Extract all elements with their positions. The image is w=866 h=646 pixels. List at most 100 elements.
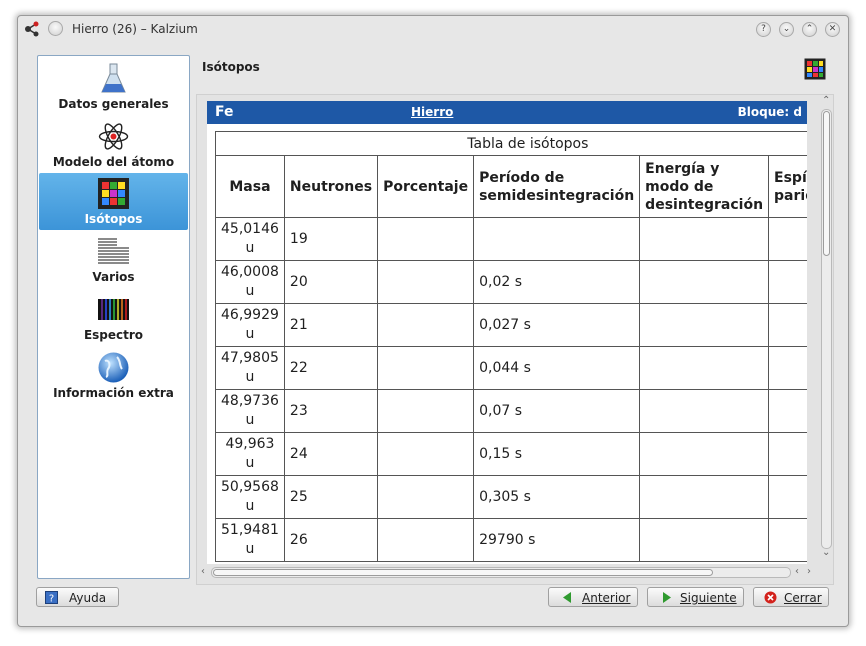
scroll-track[interactable]	[211, 567, 791, 578]
cell-neutrons: 26	[283, 518, 379, 562]
cell-energy	[639, 518, 770, 562]
sidebar-item-isotopes[interactable]: Isótopos	[39, 173, 188, 230]
previous-button-label: Anterior	[582, 591, 631, 605]
cell-spin	[768, 346, 807, 390]
sidebar-item-label: Espectro	[83, 328, 144, 342]
cell-spin	[768, 432, 807, 476]
element-name-link[interactable]: Hierro	[411, 105, 453, 119]
cell-energy	[639, 475, 770, 519]
spectrum-icon	[98, 299, 129, 320]
scroll-left-icon[interactable]: ‹	[201, 566, 205, 577]
minimize-button[interactable]: ⌄	[779, 22, 794, 37]
close-circle-icon	[764, 591, 777, 604]
sidebar-item-label: Información extra	[53, 386, 174, 400]
cell-neutrons: 23	[283, 389, 379, 433]
cell-spin	[768, 303, 807, 347]
scroll-up-icon[interactable]: ⌃	[822, 95, 830, 106]
cell-neutrons: 19	[283, 217, 379, 261]
cell-neutrons: 21	[283, 303, 379, 347]
element-header-bar: Fe Hierro Bloque: d	[207, 101, 807, 124]
scroll-left-icon[interactable]: ‹	[795, 566, 799, 577]
cell-neutrons: 25	[283, 475, 379, 519]
cell-spin	[768, 389, 807, 433]
cell-masa: 48,9736 u	[215, 389, 285, 433]
cell-masa: 49,963 u	[215, 432, 285, 476]
isotope-viewport[interactable]: Fe Hierro Bloque: d Tabla de isótopos Ma…	[207, 101, 807, 564]
page-title: Isótopos	[202, 60, 260, 74]
table-row: 47,9805 u 22 0,044 s	[215, 346, 807, 390]
sidebar-item-label: Datos generales	[58, 97, 169, 111]
cell-energy	[639, 217, 770, 261]
table-caption: Tabla de isótopos	[215, 131, 807, 156]
column-header-neutrons: Neutrones	[283, 155, 379, 218]
maximize-button[interactable]: ⌃	[802, 22, 817, 37]
close-window-button[interactable]: ✕	[825, 22, 840, 37]
cell-halflife	[473, 217, 641, 261]
help-button[interactable]: ? Ayuda	[36, 587, 119, 607]
sidebar-item-atom-model[interactable]: Modelo del átomo	[39, 116, 188, 173]
cell-energy	[639, 346, 770, 390]
app-molecule-icon[interactable]	[24, 21, 40, 37]
cell-percent	[377, 346, 475, 390]
cell-masa: 46,9929 u	[215, 303, 285, 347]
cell-masa: 47,9805 u	[215, 346, 285, 390]
cell-masa: 50,9568 u	[215, 475, 285, 519]
scroll-down-icon[interactable]: ⌄	[822, 547, 830, 558]
svg-text:?: ?	[49, 594, 54, 605]
table-row: 51,9481 u 26 29790 s	[215, 518, 807, 562]
table-row: 46,9929 u 21 0,027 s	[215, 303, 807, 347]
vertical-scrollbar[interactable]: ⌃ ⌄	[819, 95, 834, 563]
cell-halflife: 0,027 s	[473, 303, 641, 347]
next-button-label: Siguiente	[680, 591, 737, 605]
flask-icon	[101, 63, 126, 93]
cell-halflife: 0,15 s	[473, 432, 641, 476]
column-header-percent: Porcentaje	[377, 155, 475, 218]
cell-percent	[377, 475, 475, 519]
cell-energy	[639, 303, 770, 347]
table-row: 46,0008 u 20 0,02 s	[215, 260, 807, 304]
sidebar-item-extra-info[interactable]: Información extra	[39, 347, 188, 404]
cell-spin	[768, 260, 807, 304]
cell-spin	[768, 518, 807, 562]
arrow-right-icon	[663, 592, 671, 603]
cell-halflife: 0,305 s	[473, 475, 641, 519]
cell-neutrons: 22	[283, 346, 379, 390]
sidebar-item-label: Isótopos	[84, 212, 143, 226]
cell-energy	[639, 260, 770, 304]
cell-percent	[377, 217, 475, 261]
horizontal-scrollbar[interactable]: ‹ ‹ ›	[197, 565, 835, 580]
cell-percent	[377, 432, 475, 476]
window-title: Hierro (26) – Kalzium	[72, 22, 198, 36]
cell-energy	[639, 432, 770, 476]
cell-neutrons: 24	[283, 432, 379, 476]
scroll-thumb[interactable]	[823, 111, 830, 256]
arrow-left-icon	[563, 592, 571, 603]
cell-percent	[377, 303, 475, 347]
globe-icon	[98, 352, 129, 383]
element-symbol: Fe	[215, 104, 234, 120]
cell-percent	[377, 260, 475, 304]
close-button[interactable]: Cerrar	[753, 587, 829, 607]
scroll-thumb[interactable]	[213, 569, 713, 576]
sidebar-item-spectrum[interactable]: Espectro	[39, 289, 188, 346]
table-row: 49,963 u 24 0,15 s	[215, 432, 807, 476]
sidebar-item-misc[interactable]: Varios	[39, 231, 188, 288]
previous-button[interactable]: Anterior	[548, 587, 638, 607]
isotope-panel: Fe Hierro Bloque: d Tabla de isótopos Ma…	[196, 94, 834, 585]
cell-spin	[768, 475, 807, 519]
cell-percent	[377, 389, 475, 433]
sidebar-item-general[interactable]: Datos generales	[39, 58, 188, 115]
scroll-track[interactable]	[821, 109, 832, 549]
column-header-energy: Energía y modo de desintegración	[639, 155, 770, 218]
window-menu-button[interactable]	[48, 21, 63, 36]
isotope-table: Tabla de isótopos Masa Neutrones Porcent…	[215, 131, 807, 562]
cell-halflife: 29790 s	[473, 518, 641, 562]
sidebar-item-label: Modelo del átomo	[52, 155, 175, 169]
element-block: Bloque: d	[737, 105, 802, 119]
cell-masa: 45,0146 u	[215, 217, 285, 261]
isotopes-grid-icon	[98, 178, 129, 209]
scroll-right-icon[interactable]: ›	[807, 566, 811, 577]
close-button-label: Cerrar	[784, 591, 822, 605]
next-button[interactable]: Siguiente	[647, 587, 744, 607]
help-title-button[interactable]: ?	[756, 22, 771, 37]
